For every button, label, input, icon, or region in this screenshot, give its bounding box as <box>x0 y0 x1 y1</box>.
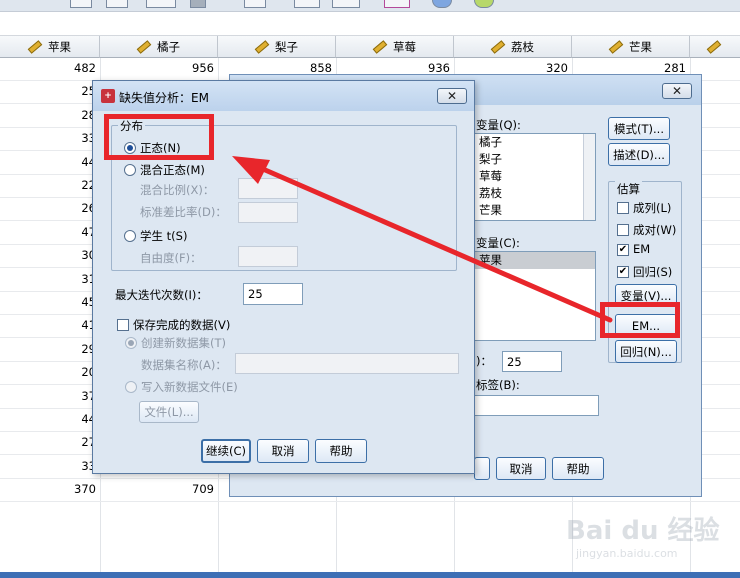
arrow-head <box>232 156 270 184</box>
annotation-arrow <box>232 156 613 323</box>
arrow-shaft <box>253 163 613 323</box>
